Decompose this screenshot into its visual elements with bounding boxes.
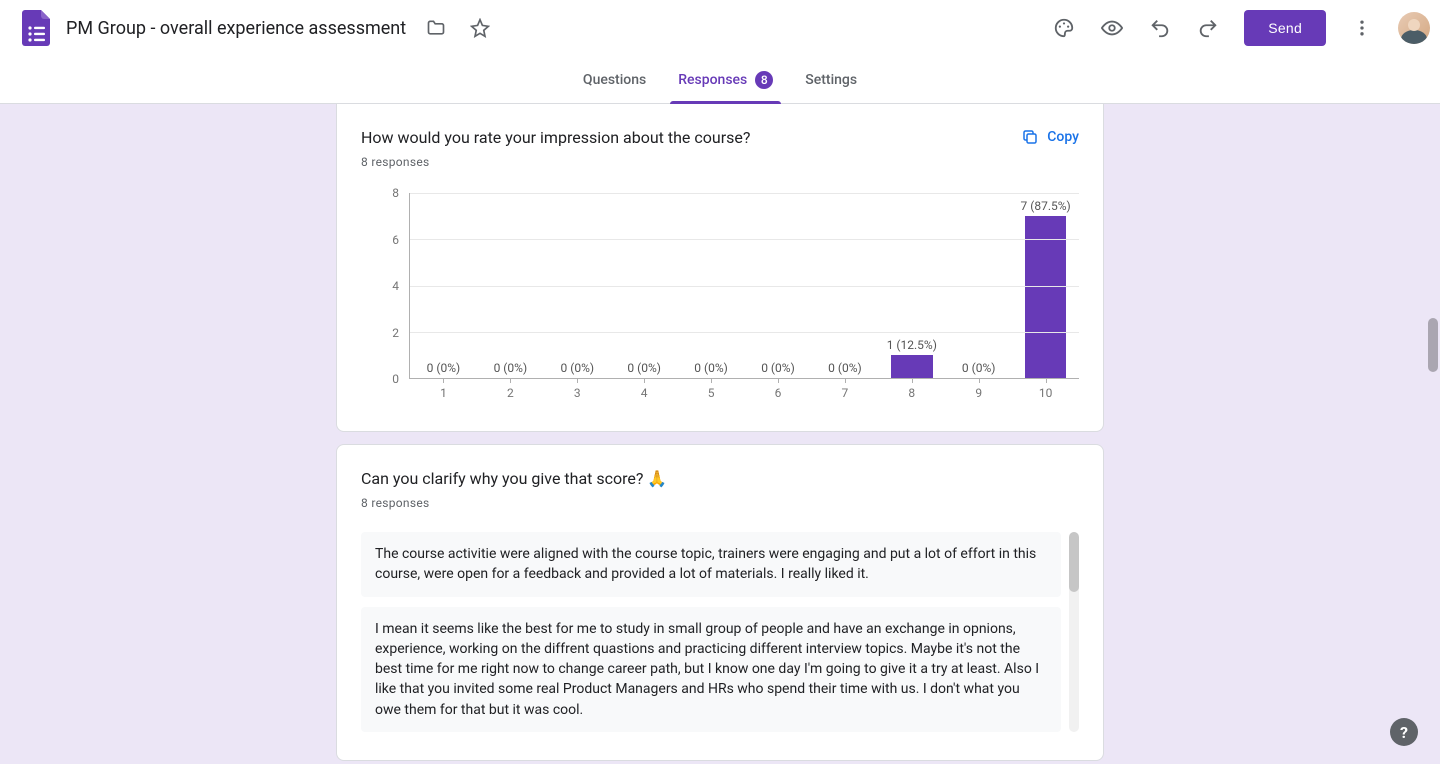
bar-value-label: 0 (0%) <box>560 361 594 375</box>
preview-icon[interactable] <box>1092 8 1132 48</box>
question-title: How would you rate your impression about… <box>361 128 750 147</box>
x-tick-label: 7 <box>842 386 849 400</box>
bar[interactable]: 1 (12.5%) <box>891 355 932 378</box>
y-tick: 8 <box>392 186 399 200</box>
x-tick-label: 9 <box>975 386 982 400</box>
tab-questions[interactable]: Questions <box>581 56 648 103</box>
document-title[interactable]: PM Group - overall experience assessment <box>66 18 406 39</box>
more-icon[interactable] <box>1342 8 1382 48</box>
question-title: Can you clarify why you give that score?… <box>361 469 1079 488</box>
x-tick-label: 8 <box>908 386 915 400</box>
send-button[interactable]: Send <box>1244 10 1326 46</box>
move-to-folder-icon[interactable] <box>418 10 454 46</box>
forms-logo-icon[interactable] <box>20 12 52 44</box>
bar-value-label: 0 (0%) <box>761 361 795 375</box>
response-card-clarify: Can you clarify why you give that score?… <box>336 444 1104 761</box>
copy-chart-button[interactable]: Copy <box>1021 128 1079 146</box>
bar-chart: 0 2 4 6 8 0 (0%) 1 0 (0%) 2 0 (0%) 3 0 (0%) 4 0 (0%)… <box>361 193 1079 403</box>
y-tick: 4 <box>392 279 399 293</box>
response-count: 8 responses <box>361 155 750 169</box>
canvas: How would you rate your impression about… <box>0 104 1440 764</box>
theme-icon[interactable] <box>1044 8 1084 48</box>
response-count: 8 responses <box>361 496 1079 510</box>
main-tabs: Questions Responses 8 Settings <box>0 56 1440 104</box>
bar-value-label: 0 (0%) <box>494 361 528 375</box>
bar-value-label: 0 (0%) <box>427 361 461 375</box>
y-tick: 6 <box>392 233 399 247</box>
undo-icon[interactable] <box>1140 8 1180 48</box>
x-tick-label: 1 <box>440 386 447 400</box>
redo-icon[interactable] <box>1188 8 1228 48</box>
response-item: The course activitie were aligned with t… <box>361 532 1061 597</box>
x-tick-label: 10 <box>1039 386 1053 400</box>
x-tick-label: 5 <box>708 386 715 400</box>
tab-responses-label: Responses <box>678 72 747 88</box>
tab-responses[interactable]: Responses 8 <box>676 56 775 103</box>
bar-value-label: 0 (0%) <box>962 361 996 375</box>
response-card-rating: How would you rate your impression about… <box>336 104 1104 432</box>
bar-value-label: 0 (0%) <box>627 361 661 375</box>
bar-value-label: 0 (0%) <box>694 361 728 375</box>
y-tick: 0 <box>392 372 399 386</box>
account-avatar[interactable] <box>1398 12 1430 44</box>
responses-count-badge: 8 <box>755 71 773 89</box>
y-tick: 2 <box>392 326 399 340</box>
bar-value-label: 7 (87.5%) <box>1021 199 1071 213</box>
x-tick-label: 4 <box>641 386 648 400</box>
bar-value-label: 1 (12.5%) <box>887 338 937 352</box>
tab-settings[interactable]: Settings <box>803 56 859 103</box>
bar[interactable]: 7 (87.5%) <box>1025 216 1066 378</box>
copy-label: Copy <box>1047 129 1079 145</box>
x-tick-label: 3 <box>574 386 581 400</box>
bar-value-label: 0 (0%) <box>828 361 862 375</box>
topbar: PM Group - overall experience assessment… <box>0 0 1440 56</box>
page-scrollbar-thumb[interactable] <box>1428 318 1438 372</box>
responses-scrollbar[interactable] <box>1069 532 1079 732</box>
x-tick-label: 6 <box>775 386 782 400</box>
x-tick-label: 2 <box>507 386 514 400</box>
response-item: I mean it seems like the best for me to … <box>361 607 1061 732</box>
star-icon[interactable] <box>462 10 498 46</box>
help-button[interactable]: ? <box>1390 718 1418 746</box>
